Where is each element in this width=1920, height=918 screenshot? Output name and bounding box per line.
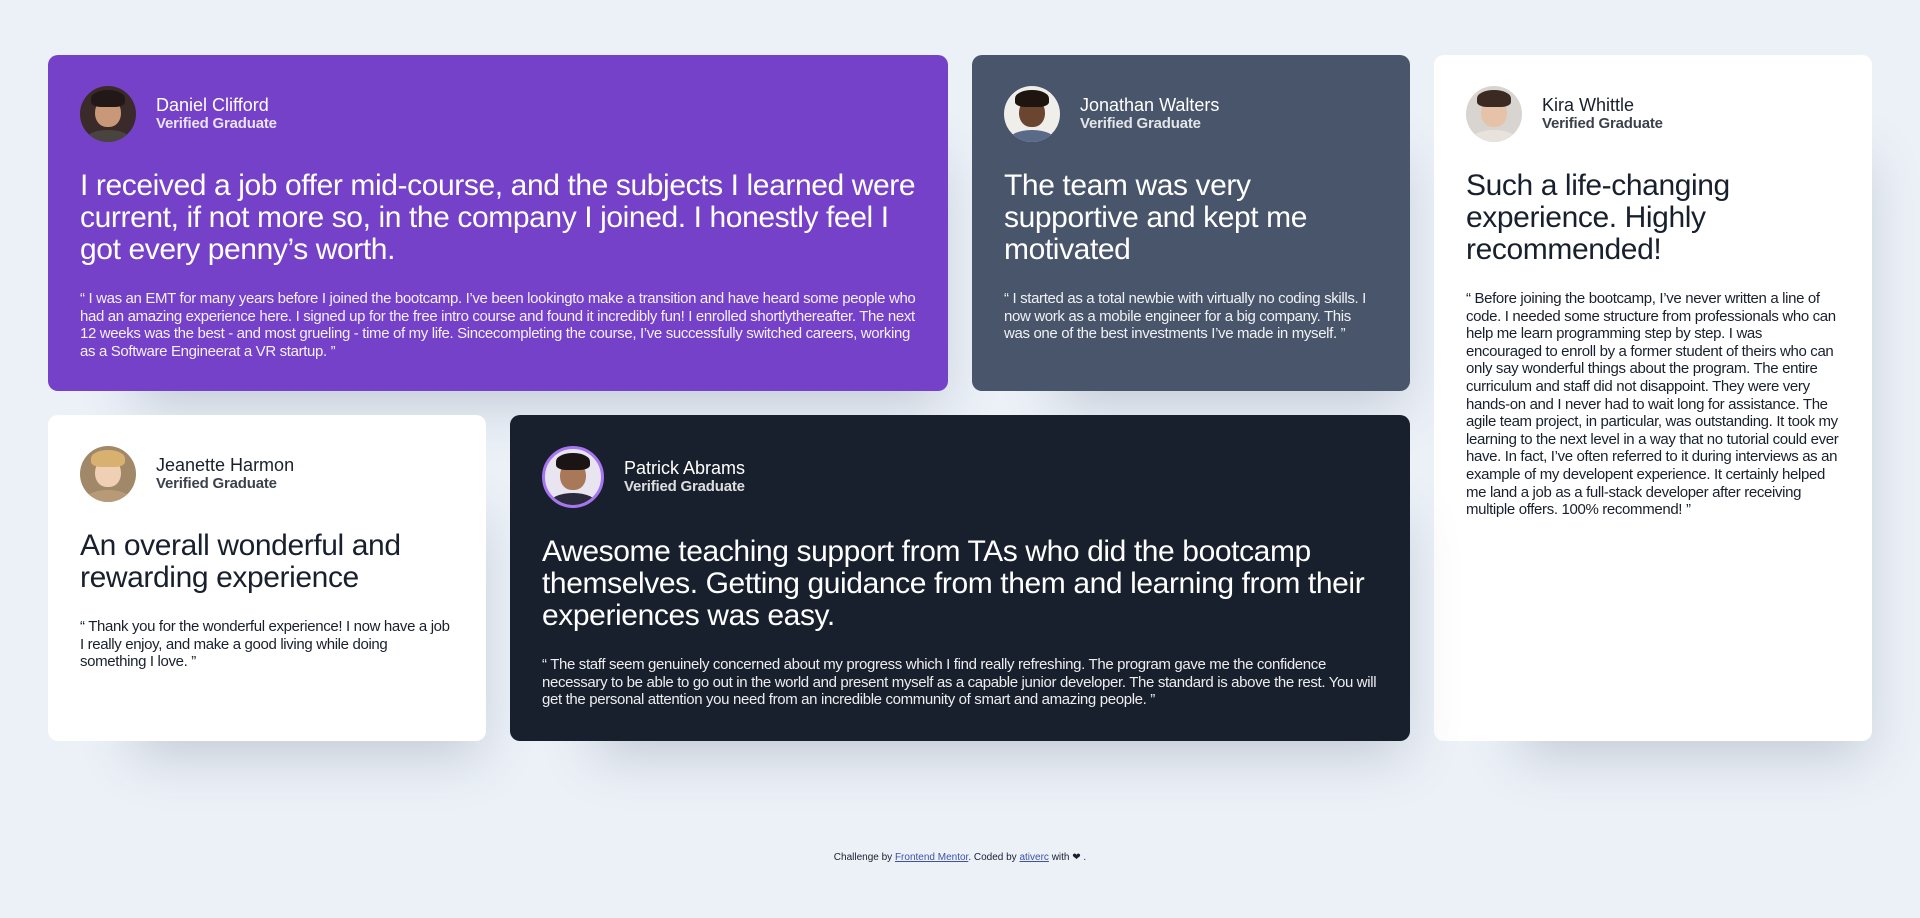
author-role: Verified Graduate [156,475,277,492]
author-role: Verified Graduate [1080,115,1201,132]
testimonial-body: “ The staff seem genuinely concerned abo… [542,656,1377,709]
testimonial-header: Jonathan Walters Verified Graduate [1004,86,1378,142]
testimonial-headline: I received a job offer mid-course, and t… [80,169,916,266]
testimonial-header: Patrick Abrams Verified Graduate [542,446,1378,508]
testimonial-headline: Awesome teaching support from TAs who di… [542,535,1365,632]
author-name: Daniel Clifford [156,95,269,115]
attribution-with: with [1048,852,1073,863]
testimonial-header: Jeanette Harmon Verified Graduate [80,446,454,502]
testimonial-headline: Such a life-changing experience. Highly … [1466,169,1730,266]
attribution-middle: . Coded by [968,852,1020,863]
testimonial-card-jeanette: Jeanette Harmon Verified Graduate An ove… [48,415,486,741]
avatar-jeanette [80,446,136,502]
testimonial-body: “ Before joining the bootcamp, I’ve neve… [1466,290,1839,519]
attribution-footer: Challenge by Frontend Mentor. Coded by a… [0,852,1920,863]
frontend-mentor-link[interactable]: Frontend Mentor [895,852,968,863]
avatar-patrick [542,446,604,508]
author-role: Verified Graduate [624,478,745,495]
avatar-kira [1466,86,1522,142]
author-name: Jeanette Harmon [156,455,295,475]
testimonial-headline: An overall wonderful and rewarding exper… [80,529,401,594]
testimonial-header: Daniel Clifford Verified Graduate [80,86,916,142]
author-role: Verified Graduate [156,115,277,132]
testimonial-card-kira: Kira Whittle Verified Graduate Such a li… [1434,55,1872,741]
avatar-daniel [80,86,136,142]
author-role: Verified Graduate [1542,115,1663,132]
attribution-prefix: Challenge by [833,852,895,863]
avatar-jonathan [1004,86,1060,142]
testimonial-body: “ Thank you for the wonderful experience… [80,618,450,671]
testimonial-body: “ I was an EMT for many years before I j… [80,290,916,360]
author-link[interactable]: ativerc [1019,852,1048,863]
attribution-end: . [1080,852,1087,863]
author-name: Kira Whittle [1542,95,1635,115]
testimonial-headline: The team was very supportive and kept me… [1004,169,1308,266]
author-name: Jonathan Walters [1080,95,1220,115]
testimonial-card-jonathan: Jonathan Walters Verified Graduate The t… [972,55,1410,391]
author-name: Patrick Abrams [624,458,746,478]
testimonial-header: Kira Whittle Verified Graduate [1466,86,1840,142]
testimonial-body: “ I started as a total newbie with virtu… [1004,290,1366,343]
testimonial-card-daniel: Daniel Clifford Verified Graduate I rece… [48,55,948,391]
heart-icon: ❤ [1072,852,1081,863]
testimonial-card-patrick: Patrick Abrams Verified Graduate Awesome… [510,415,1410,741]
